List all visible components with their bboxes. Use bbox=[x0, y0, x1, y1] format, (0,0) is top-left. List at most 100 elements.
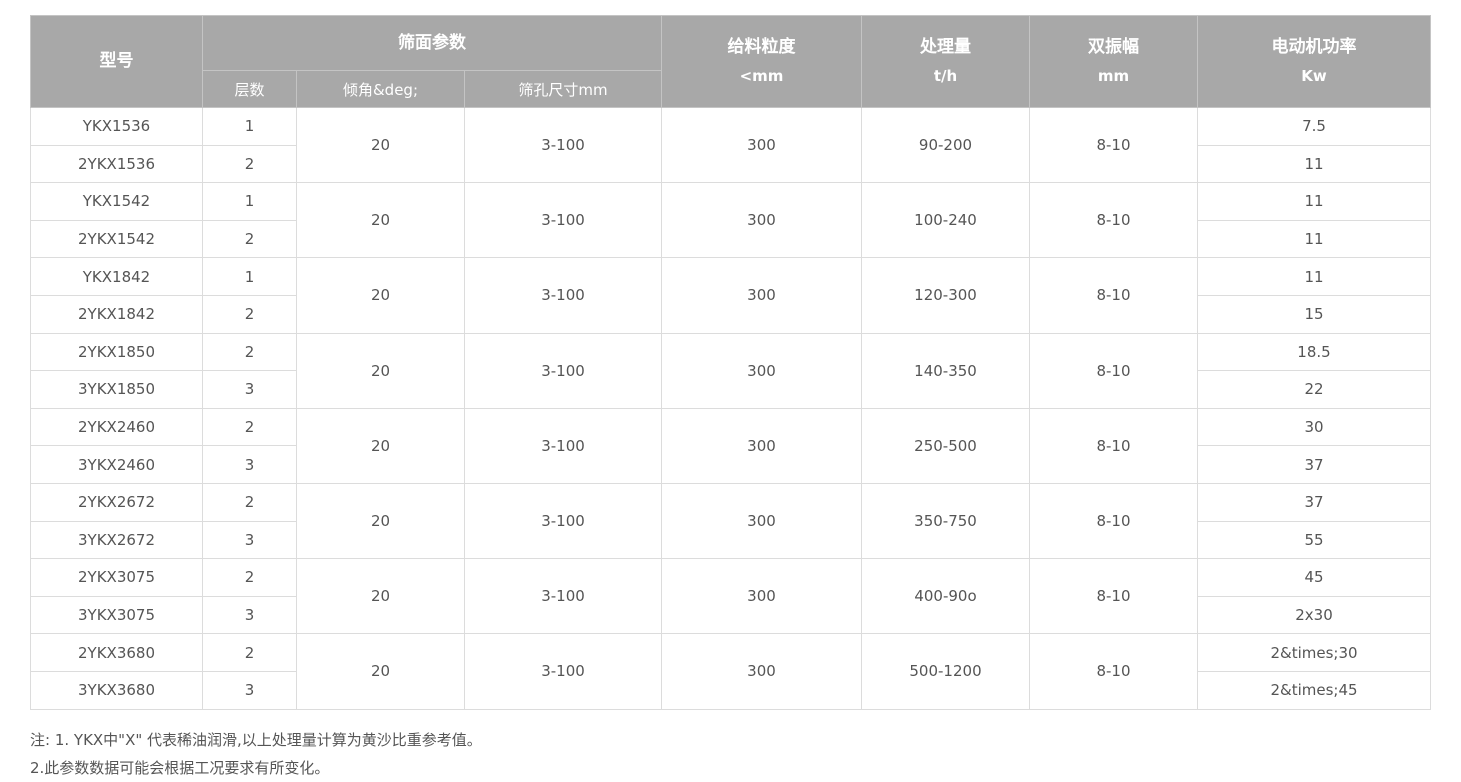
capacity-cell: 120-300 bbox=[861, 257, 1030, 334]
spec-table-container: 型号 筛面参数 给料粒度 <mm 处理量 t/h 双振幅 mm 电动机功率 Kw bbox=[30, 15, 1431, 710]
capacity-cell: 140-350 bbox=[861, 332, 1030, 409]
aperture-cell: 3-100 bbox=[464, 558, 662, 635]
header-model: 型号 bbox=[30, 15, 203, 108]
angle-cell: 20 bbox=[296, 558, 465, 635]
model-cell: YKX1536 bbox=[30, 107, 203, 146]
aperture-cell: 3-100 bbox=[464, 407, 662, 484]
power-cell: 11 bbox=[1197, 257, 1431, 296]
aperture-cell: 3-100 bbox=[464, 482, 662, 560]
layers-cell: 2 bbox=[202, 144, 297, 184]
model-cell: 3YKX2672 bbox=[30, 520, 203, 560]
amplitude-cell: 8-10 bbox=[1029, 558, 1198, 635]
power-cell: 37 bbox=[1197, 482, 1431, 522]
angle-cell: 20 bbox=[296, 257, 465, 334]
note-line: 注: 1. YKX中"X" 代表稀油润滑,以上处理量计算为黄沙比重参考值。 bbox=[30, 731, 482, 749]
layers-cell: 3 bbox=[202, 595, 297, 635]
capacity-cell: 400-90o bbox=[861, 558, 1030, 635]
angle-cell: 20 bbox=[296, 182, 465, 259]
model-cell: 3YKX1850 bbox=[30, 370, 203, 409]
model-cell: 2YKX1842 bbox=[30, 294, 203, 334]
aperture-cell: 3-100 bbox=[464, 106, 662, 184]
power-cell: 18.5 bbox=[1197, 332, 1431, 372]
power-cell: 30 bbox=[1197, 407, 1431, 447]
angle-cell: 20 bbox=[296, 633, 465, 710]
power-cell: 37 bbox=[1197, 445, 1431, 484]
model-cell: 2YKX1850 bbox=[30, 332, 203, 372]
header-capacity: 处理量 t/h bbox=[861, 15, 1030, 108]
angle-cell: 20 bbox=[296, 106, 465, 184]
header-amplitude-title: 双振幅 bbox=[1088, 36, 1139, 57]
spec-table: 型号 筛面参数 给料粒度 <mm 处理量 t/h 双振幅 mm 电动机功率 Kw bbox=[30, 15, 1431, 710]
feed-size-cell: 300 bbox=[661, 332, 862, 409]
capacity-cell: 250-500 bbox=[861, 407, 1030, 484]
header-feed-size: 给料粒度 <mm bbox=[661, 15, 862, 108]
power-cell: 15 bbox=[1197, 294, 1431, 334]
model-cell: 2YKX3075 bbox=[30, 558, 203, 597]
layers-cell: 2 bbox=[202, 219, 297, 259]
power-cell: 22 bbox=[1197, 370, 1431, 409]
power-cell: 11 bbox=[1197, 219, 1431, 259]
feed-size-cell: 300 bbox=[661, 106, 862, 184]
amplitude-cell: 8-10 bbox=[1029, 182, 1198, 259]
header-capacity-title: 处理量 bbox=[920, 36, 971, 57]
model-cell: 3YKX2460 bbox=[30, 445, 203, 484]
layers-cell: 1 bbox=[202, 107, 297, 146]
table-row: 2YKX3680 2 20 3-100 300 500-1200 8-10 2&times;3… bbox=[30, 633, 1431, 710]
model-cell: 2YKX1536 bbox=[30, 144, 203, 184]
notes: 注: 1. YKX中"X" 代表稀油润滑,以上处理量计算为黄沙比重参考值。 2.… bbox=[30, 726, 1430, 782]
table-row: 2YKX2460 2 20 3-100 300 250-500 8-10 30 bbox=[30, 407, 1431, 484]
model-cell: 2YKX3680 bbox=[30, 633, 203, 672]
layers-cell: 3 bbox=[202, 520, 297, 560]
power-cell: 2&times;45 bbox=[1197, 670, 1431, 710]
table-row: YKX1536 1 20 3-100 300 90-200 8-10 7.5 bbox=[30, 106, 1431, 184]
layers-cell: 1 bbox=[202, 182, 297, 221]
model-cell: 2YKX1542 bbox=[30, 219, 203, 259]
power-cell: 2x30 bbox=[1197, 595, 1431, 635]
layers-cell: 3 bbox=[202, 445, 297, 484]
note-line: 2.此参数数据可能会根据工况要求有所变化。 bbox=[30, 759, 330, 777]
angle-cell: 20 bbox=[296, 407, 465, 484]
layers-cell: 2 bbox=[202, 558, 297, 597]
layers-cell: 2 bbox=[202, 294, 297, 334]
header-layers: 层数 bbox=[202, 70, 297, 108]
feed-size-cell: 300 bbox=[661, 558, 862, 635]
aperture-cell: 3-100 bbox=[464, 182, 662, 259]
model-cell: 3YKX3680 bbox=[30, 670, 203, 710]
amplitude-cell: 8-10 bbox=[1029, 106, 1198, 184]
table-row: 2YKX2672 2 20 3-100 300 350-750 8-10 37 bbox=[30, 482, 1431, 560]
model-cell: 3YKX3075 bbox=[30, 595, 203, 635]
power-cell: 7.5 bbox=[1197, 107, 1431, 146]
header-aperture: 筛孔尺寸mm bbox=[464, 70, 662, 108]
layers-cell: 2 bbox=[202, 407, 297, 447]
power-cell: 45 bbox=[1197, 558, 1431, 597]
header-motor-power: 电动机功率 Kw bbox=[1197, 15, 1431, 108]
header-angle: 倾角&deg; bbox=[296, 70, 465, 108]
header-feed-size-unit: <mm bbox=[739, 66, 784, 85]
capacity-cell: 500-1200 bbox=[861, 633, 1030, 710]
layers-cell: 2 bbox=[202, 332, 297, 372]
model-cell: YKX1842 bbox=[30, 257, 203, 296]
layers-cell: 2 bbox=[202, 633, 297, 672]
table-header: 型号 筛面参数 给料粒度 <mm 处理量 t/h 双振幅 mm 电动机功率 Kw bbox=[30, 15, 1431, 108]
header-capacity-unit: t/h bbox=[933, 66, 958, 85]
feed-size-cell: 300 bbox=[661, 482, 862, 560]
aperture-cell: 3-100 bbox=[464, 332, 662, 409]
feed-size-cell: 300 bbox=[661, 407, 862, 484]
table-row: YKX1542 1 20 3-100 300 100-240 8-10 11 bbox=[30, 182, 1431, 259]
header-motor-power-title: 电动机功率 bbox=[1271, 36, 1357, 57]
header-amplitude-unit: mm bbox=[1097, 66, 1130, 85]
model-cell: 2YKX2460 bbox=[30, 407, 203, 447]
feed-size-cell: 300 bbox=[661, 182, 862, 259]
layers-cell: 3 bbox=[202, 370, 297, 409]
header-screen-params: 筛面参数 bbox=[202, 15, 662, 71]
header-feed-size-title: 给料粒度 bbox=[727, 36, 796, 57]
amplitude-cell: 8-10 bbox=[1029, 633, 1198, 710]
amplitude-cell: 8-10 bbox=[1029, 407, 1198, 484]
feed-size-cell: 300 bbox=[661, 633, 862, 710]
header-motor-power-unit: Kw bbox=[1301, 66, 1327, 85]
table-row: 2YKX3075 2 20 3-100 300 400-90o 8-10 45 bbox=[30, 558, 1431, 635]
model-cell: YKX1542 bbox=[30, 182, 203, 221]
model-cell: 2YKX2672 bbox=[30, 482, 203, 522]
capacity-cell: 350-750 bbox=[861, 482, 1030, 560]
capacity-cell: 100-240 bbox=[861, 182, 1030, 259]
